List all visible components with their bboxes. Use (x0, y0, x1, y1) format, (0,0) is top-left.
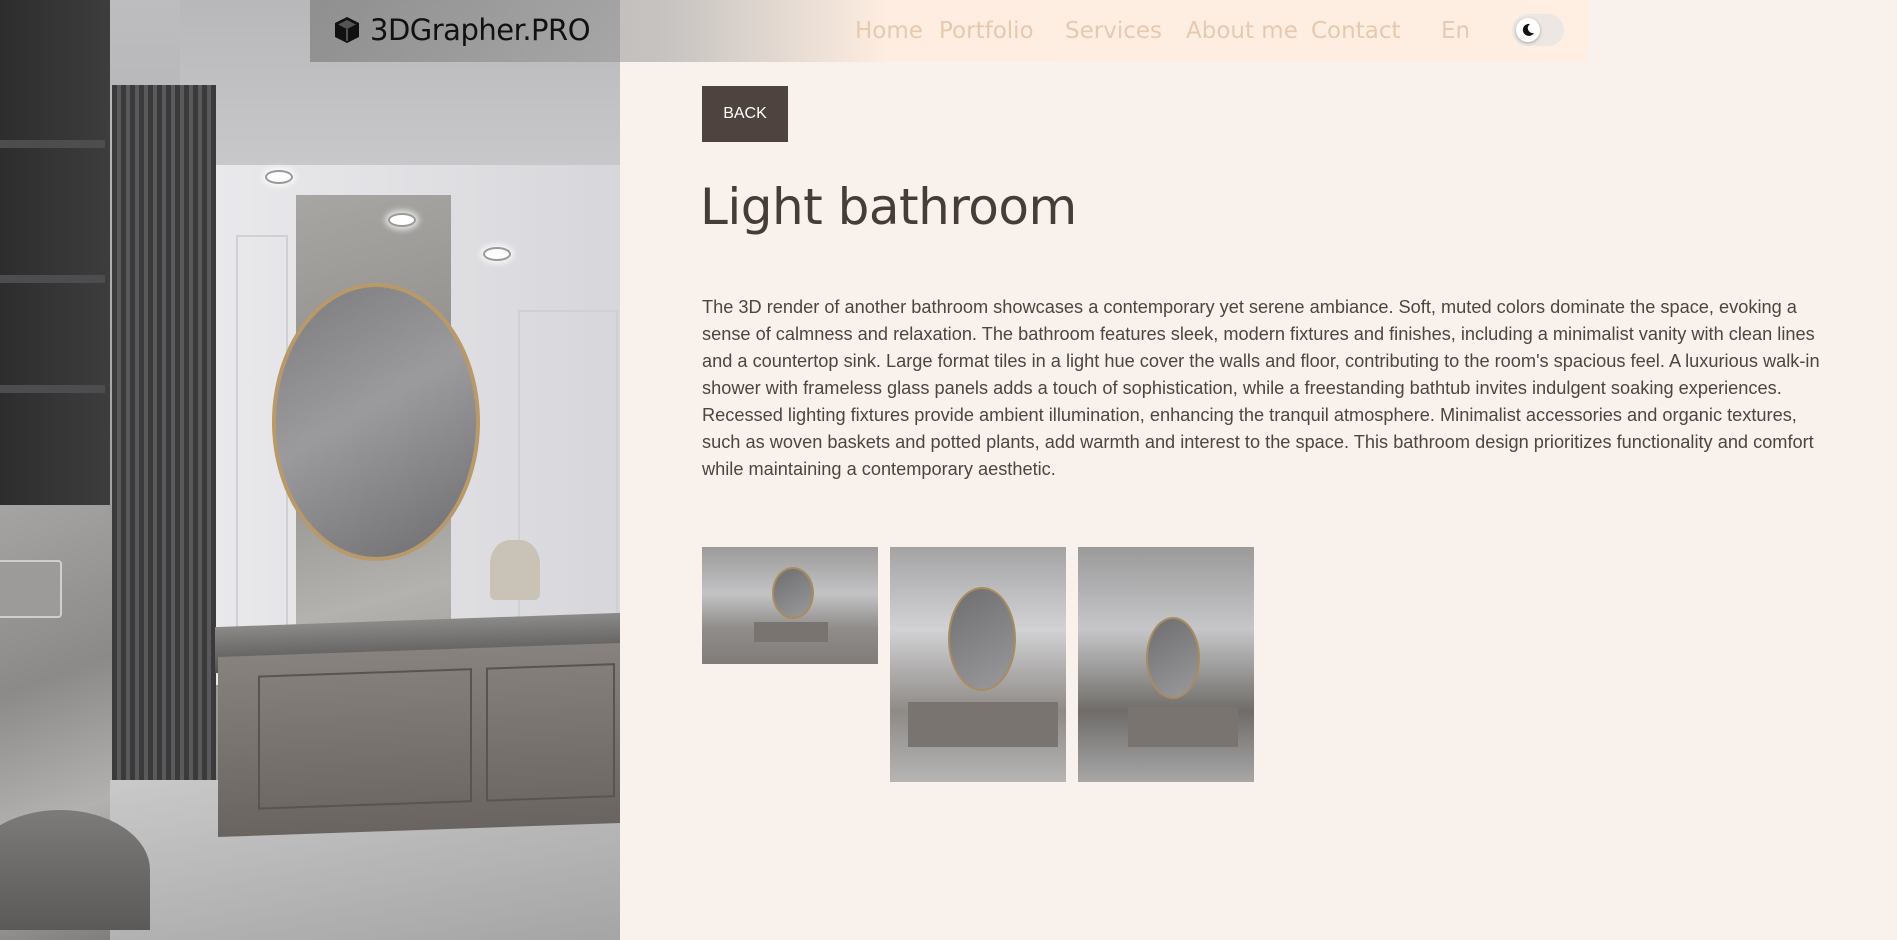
top-navbar: 3DGrapher.PRO Home Portfolio Services Ab… (310, 0, 1588, 62)
back-button[interactable]: BACK (702, 86, 788, 142)
language-selector[interactable]: En (1441, 18, 1470, 44)
gallery-thumbnail-3[interactable] (1078, 547, 1254, 782)
project-description: The 3D render of another bathroom showca… (702, 297, 1820, 479)
logo-link[interactable]: 3DGrapher.PRO (332, 13, 591, 47)
nav-link-home[interactable]: Home (855, 18, 923, 44)
gallery-thumbnail-2[interactable] (890, 547, 1066, 782)
theme-toggle[interactable] (1512, 14, 1564, 46)
page-title: Light bathroom (700, 178, 1077, 236)
logo-text: 3DGrapher.PRO (370, 13, 591, 47)
nav-link-portfolio[interactable]: Portfolio (939, 18, 1034, 44)
cube-icon (332, 15, 362, 45)
gallery-thumbnail-1[interactable] (702, 547, 878, 664)
nav-link-services[interactable]: Services (1065, 18, 1162, 44)
nav-link-contact[interactable]: Contact (1311, 18, 1400, 44)
moon-icon (1516, 18, 1540, 42)
hero-render-image (0, 0, 620, 940)
nav-link-about[interactable]: About me (1186, 18, 1298, 44)
